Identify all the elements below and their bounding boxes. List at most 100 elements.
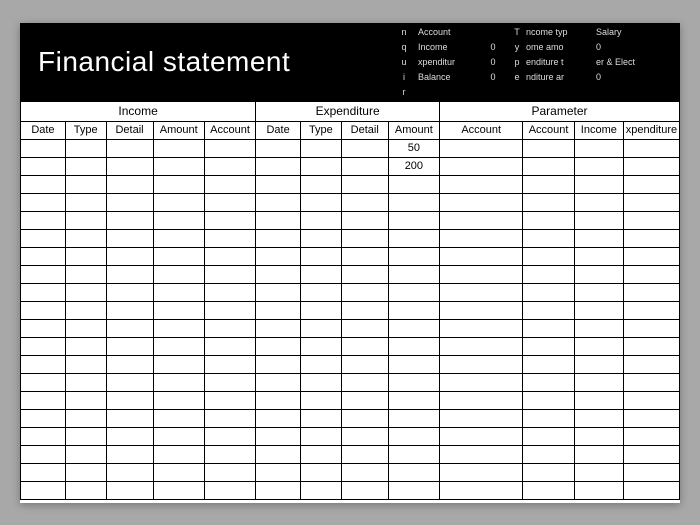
cell[interactable]: [440, 265, 523, 283]
cell[interactable]: [523, 373, 574, 391]
cell[interactable]: [256, 319, 301, 337]
cell[interactable]: [523, 301, 574, 319]
cell[interactable]: [388, 427, 439, 445]
table-row[interactable]: [21, 301, 680, 319]
cell[interactable]: [523, 247, 574, 265]
cell[interactable]: [256, 481, 301, 499]
cell[interactable]: [204, 229, 255, 247]
cell[interactable]: [574, 427, 623, 445]
cell[interactable]: [204, 481, 255, 499]
cell[interactable]: [204, 301, 255, 319]
cell[interactable]: [204, 355, 255, 373]
cell[interactable]: [106, 247, 153, 265]
cell[interactable]: [301, 175, 342, 193]
cell[interactable]: [256, 445, 301, 463]
cell[interactable]: [65, 265, 106, 283]
cell[interactable]: [204, 265, 255, 283]
cell[interactable]: [523, 337, 574, 355]
cell[interactable]: [341, 445, 388, 463]
cell[interactable]: [301, 337, 342, 355]
cell[interactable]: [256, 247, 301, 265]
cell[interactable]: [523, 481, 574, 499]
cell[interactable]: [301, 481, 342, 499]
cell[interactable]: [106, 373, 153, 391]
cell[interactable]: [440, 193, 523, 211]
table-row[interactable]: [21, 463, 680, 481]
cell[interactable]: [21, 391, 66, 409]
cell[interactable]: [256, 193, 301, 211]
cell[interactable]: [440, 319, 523, 337]
cell[interactable]: [341, 355, 388, 373]
cell[interactable]: [388, 265, 439, 283]
cell[interactable]: [65, 193, 106, 211]
cell[interactable]: [153, 427, 204, 445]
cell[interactable]: [523, 157, 574, 175]
cell[interactable]: [388, 409, 439, 427]
cell[interactable]: [623, 301, 679, 319]
cell[interactable]: [341, 337, 388, 355]
cell[interactable]: [301, 409, 342, 427]
cell[interactable]: [65, 355, 106, 373]
cell[interactable]: [21, 427, 66, 445]
cell[interactable]: [106, 139, 153, 157]
cell[interactable]: [21, 445, 66, 463]
cell[interactable]: [574, 211, 623, 229]
cell[interactable]: [523, 319, 574, 337]
cell[interactable]: [523, 445, 574, 463]
cell[interactable]: [623, 229, 679, 247]
cell[interactable]: [65, 139, 106, 157]
cell[interactable]: [256, 301, 301, 319]
cell[interactable]: [153, 175, 204, 193]
cell[interactable]: [204, 157, 255, 175]
cell[interactable]: [106, 337, 153, 355]
cell[interactable]: [388, 319, 439, 337]
cell[interactable]: [21, 373, 66, 391]
cell[interactable]: [65, 319, 106, 337]
cell[interactable]: [21, 247, 66, 265]
cell[interactable]: [574, 247, 623, 265]
cell[interactable]: [65, 283, 106, 301]
cell[interactable]: [574, 355, 623, 373]
cell[interactable]: [256, 157, 301, 175]
table-row[interactable]: 200: [21, 157, 680, 175]
cell[interactable]: [204, 463, 255, 481]
cell[interactable]: [440, 337, 523, 355]
cell[interactable]: [21, 229, 66, 247]
table-row[interactable]: [21, 193, 680, 211]
cell[interactable]: [440, 175, 523, 193]
cell[interactable]: [440, 211, 523, 229]
cell[interactable]: [301, 265, 342, 283]
cell[interactable]: [341, 157, 388, 175]
cell[interactable]: [623, 157, 679, 175]
cell[interactable]: [204, 211, 255, 229]
cell[interactable]: [440, 463, 523, 481]
cell[interactable]: [341, 247, 388, 265]
cell[interactable]: 200: [388, 157, 439, 175]
cell[interactable]: [574, 175, 623, 193]
cell[interactable]: [523, 409, 574, 427]
cell[interactable]: [21, 481, 66, 499]
cell[interactable]: [153, 337, 204, 355]
cell[interactable]: [523, 193, 574, 211]
cell[interactable]: [388, 193, 439, 211]
cell[interactable]: [106, 229, 153, 247]
cell[interactable]: [153, 265, 204, 283]
cell[interactable]: [301, 283, 342, 301]
cell[interactable]: [106, 355, 153, 373]
cell[interactable]: [301, 463, 342, 481]
cell[interactable]: [106, 319, 153, 337]
table-row[interactable]: [21, 427, 680, 445]
cell[interactable]: [301, 157, 342, 175]
cell[interactable]: [106, 391, 153, 409]
cell[interactable]: [106, 193, 153, 211]
cell[interactable]: [341, 481, 388, 499]
cell[interactable]: [388, 301, 439, 319]
cell[interactable]: [153, 391, 204, 409]
table-row[interactable]: [21, 409, 680, 427]
cell[interactable]: [153, 229, 204, 247]
cell[interactable]: [65, 463, 106, 481]
cell[interactable]: [440, 445, 523, 463]
cell[interactable]: 50: [388, 139, 439, 157]
cell[interactable]: [301, 391, 342, 409]
cell[interactable]: [153, 301, 204, 319]
